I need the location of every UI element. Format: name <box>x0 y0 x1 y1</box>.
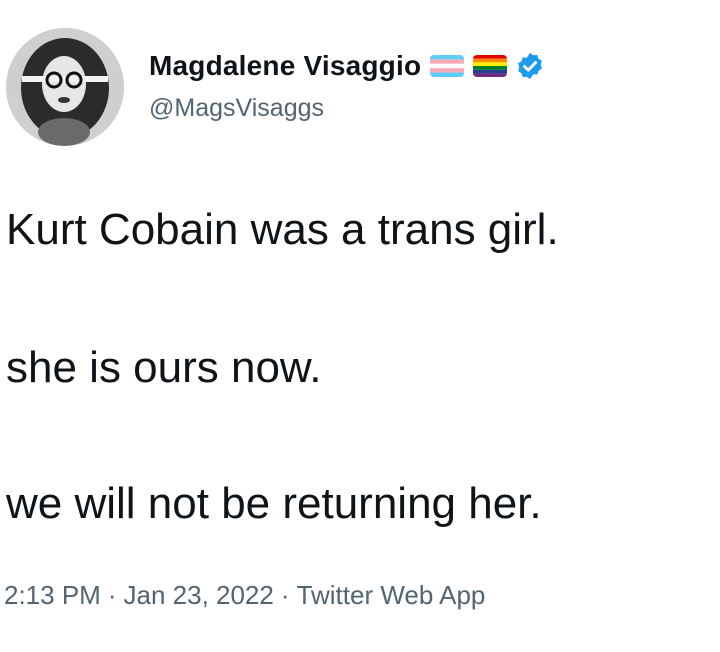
tweet-time[interactable]: 2:13 PM <box>4 580 101 610</box>
display-name[interactable]: Magdalene Visaggio <box>149 50 421 82</box>
tweet-date[interactable]: Jan 23, 2022 <box>124 580 274 610</box>
verified-badge-icon[interactable] <box>515 51 545 81</box>
tweet-text-line: Kurt Cobain was a trans girl. <box>6 205 559 254</box>
user-handle[interactable]: @MagsVisaggs <box>149 94 324 123</box>
name-row: Magdalene Visaggio <box>149 46 545 86</box>
avatar-image <box>6 28 124 146</box>
meta-separator: · <box>107 580 117 610</box>
tweet-source[interactable]: Twitter Web App <box>297 580 486 610</box>
tweet-header: Magdalene Visaggio @MagsVisaggs <box>6 28 706 148</box>
transgender-flag-icon <box>430 55 465 77</box>
tweet-metadata: 2:13 PM · Jan 23, 2022 · Twitter Web App <box>4 580 485 611</box>
avatar[interactable] <box>6 28 124 146</box>
meta-separator: · <box>280 580 290 610</box>
rainbow-flag-icon <box>473 55 508 77</box>
tweet-card: Magdalene Visaggio @MagsVisaggs Kurt Cob… <box>0 0 720 652</box>
tweet-text-line: we will not be returning her. <box>6 479 542 528</box>
tweet-text-line: she is ours now. <box>6 343 322 392</box>
